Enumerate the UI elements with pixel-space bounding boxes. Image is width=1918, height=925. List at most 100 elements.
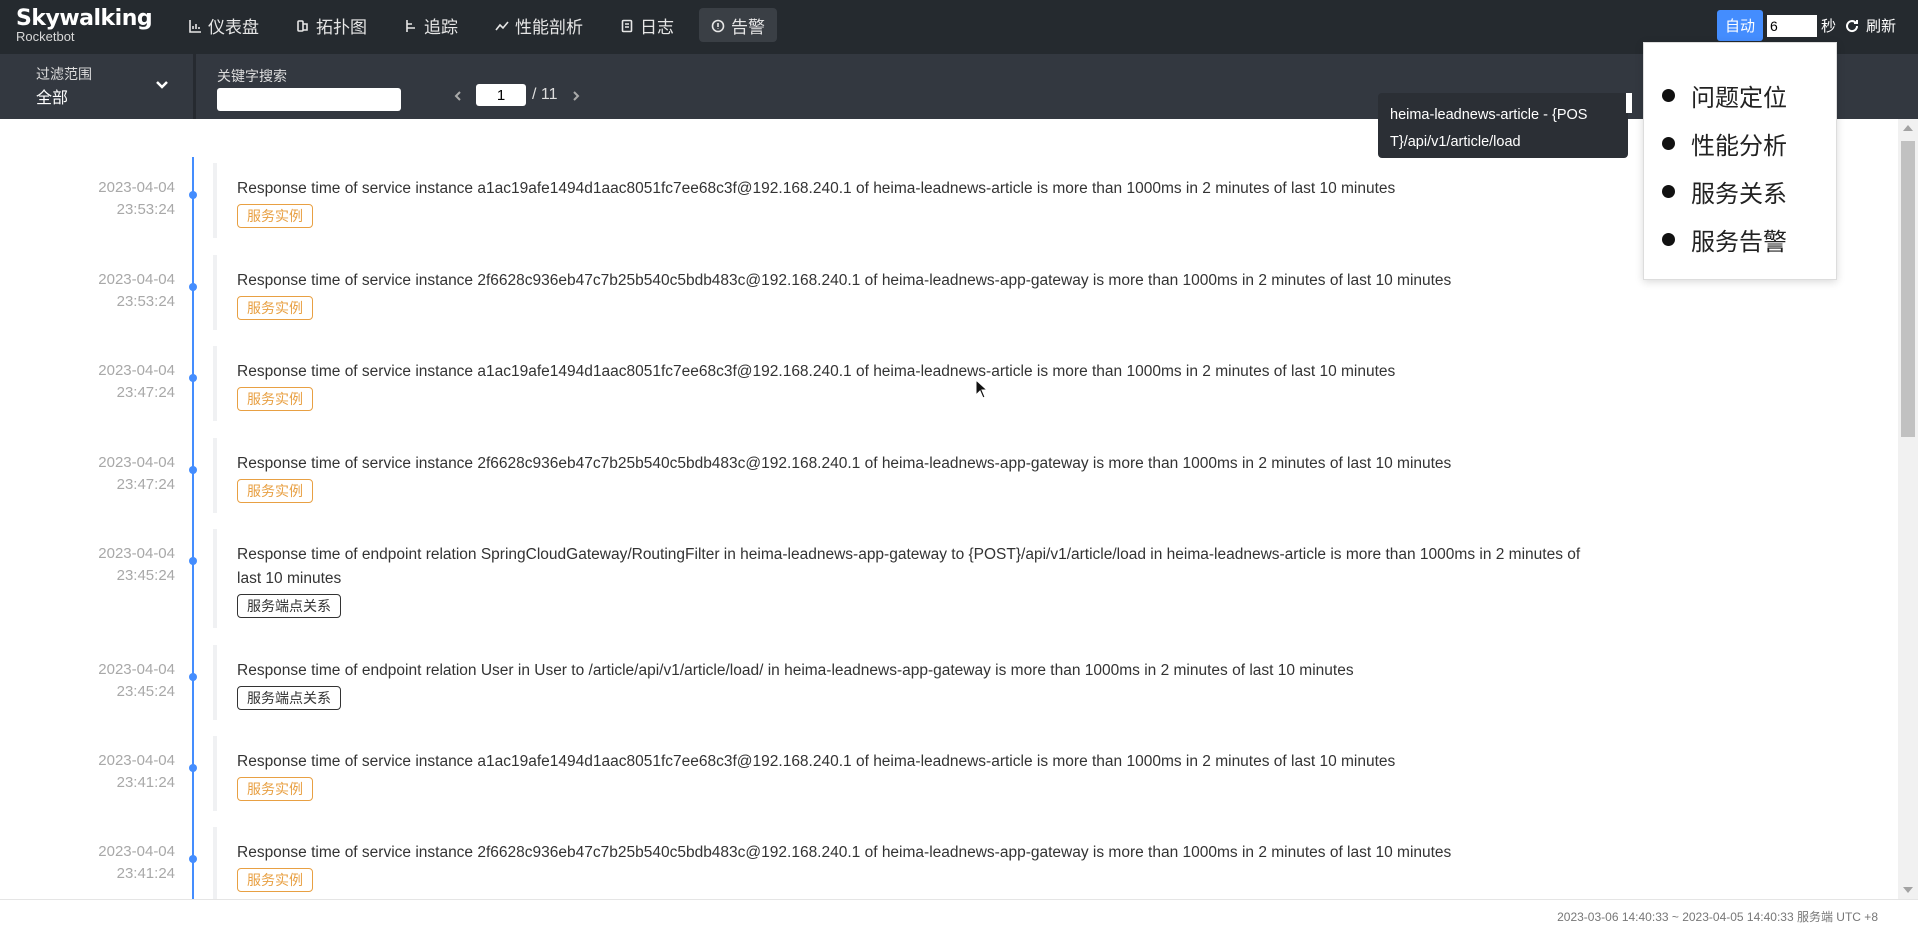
nav-log[interactable]: 日志 <box>608 8 686 42</box>
alarm-message: Response time of service instance 2f6628… <box>237 272 1452 289</box>
alarm-time: 2023-04-04 23:45:24 <box>98 545 175 584</box>
time-range-text[interactable]: 2023-03-06 14:40:33 ~ 2023-04-05 14:40:3… <box>1557 908 1878 925</box>
nav-label: 追踪 <box>424 17 458 37</box>
menu-item-service-alarm[interactable]: 服务告警 <box>1644 215 1836 263</box>
scope-select[interactable]: 过滤范围 全部 <box>0 54 196 119</box>
menu-item-performance[interactable]: 性能分析 <box>1644 119 1836 167</box>
alarm-scope-tag: 服务实例 <box>237 777 313 801</box>
alarm-scope-tag: 服务实例 <box>237 296 313 320</box>
bullet-icon <box>1662 136 1675 150</box>
bullet-icon <box>1662 184 1675 198</box>
tooltip-edge <box>1626 93 1632 113</box>
alarm-time: 2023-04-04 23:47:24 <box>98 454 175 493</box>
alarm-card[interactable]: Response time of service instance a1ac19… <box>213 163 1593 238</box>
refresh-label: 刷新 <box>1865 18 1896 35</box>
alarm-time: 2023-04-04 23:41:24 <box>98 843 175 882</box>
alarm-message: Response time of service instance a1ac19… <box>237 363 1396 380</box>
page-number-input[interactable] <box>476 84 526 106</box>
alarm-scope-tag: 服务端点关系 <box>237 594 341 618</box>
refresh-button[interactable]: 刷新 <box>1844 15 1896 36</box>
keyword-label: 关键字搜索 <box>217 68 287 84</box>
alarm-message: Response time of service instance 2f6628… <box>237 455 1452 472</box>
next-page-icon[interactable] <box>570 89 582 101</box>
top-navigation-bar: Skywalking Rocketbot 仪表盘 拓扑图 追踪 性能剖析 日志 … <box>0 0 1918 54</box>
bar-chart-icon <box>188 18 202 33</box>
timeline-dot <box>189 191 197 199</box>
nav-profiling[interactable]: 性能剖析 <box>483 8 595 42</box>
alarm-card[interactable]: Response time of service instance a1ac19… <box>213 736 1593 811</box>
trend-icon <box>495 18 509 32</box>
nav-topology[interactable]: 拓扑图 <box>284 8 379 42</box>
refresh-icon <box>1846 19 1858 32</box>
page-total: / 11 <box>532 86 558 103</box>
alarm-message: Response time of service instance a1ac19… <box>237 753 1396 770</box>
bullet-icon <box>1662 232 1675 246</box>
alarm-scope-tag: 服务实例 <box>237 868 313 892</box>
alarm-time: 2023-04-04 23:53:24 <box>98 271 175 310</box>
alarm-scope-tag: 服务端点关系 <box>237 686 341 710</box>
keyword-search-input[interactable] <box>217 88 401 111</box>
scrollbar[interactable] <box>1898 119 1918 899</box>
timeline-dot <box>189 466 197 474</box>
chevron-down-icon <box>155 78 169 97</box>
timeline-dot <box>189 283 197 291</box>
scope-value: 全部 <box>36 90 69 107</box>
main-nav: 仪表盘 拓扑图 追踪 性能剖析 日志 告警 <box>176 8 790 42</box>
mouse-cursor-icon <box>975 379 989 399</box>
scroll-down-arrow[interactable] <box>1903 887 1913 893</box>
nav-dashboard[interactable]: 仪表盘 <box>176 8 271 42</box>
footer: 2023-03-06 14:40:33 ~ 2023-04-05 14:40:3… <box>0 899 1918 924</box>
nav-label: 日志 <box>640 17 674 37</box>
alarm-time: 2023-04-04 23:41:24 <box>98 752 175 791</box>
timeline-dot <box>189 374 197 382</box>
nav-trace[interactable]: 追踪 <box>392 8 470 42</box>
interval-unit: 秒 <box>1820 18 1836 35</box>
nav-label: 性能剖析 <box>515 17 583 37</box>
bullet-icon <box>1662 88 1675 102</box>
tooltip-line: T}/api/v1/article/load <box>1390 134 1521 150</box>
keyword-search: 关键字搜索 <box>217 66 401 111</box>
alarm-card[interactable]: Response time of endpoint relation User … <box>213 645 1593 720</box>
alarm-message: Response time of endpoint relation User … <box>237 662 1354 679</box>
trace-icon <box>404 18 418 32</box>
refresh-interval-input[interactable] <box>1766 14 1817 37</box>
timeline-dot <box>189 855 197 863</box>
alarm-message: Response time of service instance a1ac19… <box>237 180 1396 197</box>
context-menu: 问题定位 性能分析 服务关系 服务告警 <box>1643 42 1837 280</box>
prev-page-icon[interactable] <box>452 89 464 101</box>
log-icon <box>620 18 634 33</box>
menu-item-service-relation[interactable]: 服务关系 <box>1644 167 1836 215</box>
alarm-scope-tag: 服务实例 <box>237 479 313 503</box>
alarm-time: 2023-04-04 23:45:24 <box>98 661 175 700</box>
topology-icon <box>296 18 310 32</box>
refresh-controls: 自动 秒 刷新 <box>1716 10 1896 41</box>
logo-subtitle: Rocketbot <box>16 29 75 44</box>
pagination: / 11 <box>440 84 594 106</box>
alarm-card[interactable]: Response time of service instance a1ac19… <box>213 346 1593 421</box>
alarm-message: Response time of service instance 2f6628… <box>237 844 1452 861</box>
nav-label: 告警 <box>731 17 765 37</box>
nav-label: 拓扑图 <box>316 17 367 37</box>
alarm-icon <box>711 18 725 33</box>
scroll-up-arrow[interactable] <box>1903 125 1913 131</box>
alarm-time: 2023-04-04 23:53:24 <box>98 179 175 218</box>
tooltip-line: heima-leadnews-article - {POS <box>1390 107 1588 123</box>
timeline-dot <box>189 764 197 772</box>
timeline-line <box>192 157 194 899</box>
alarm-time: 2023-04-04 23:47:24 <box>98 362 175 401</box>
timeline-dot <box>189 557 197 565</box>
scope-label: 过滤范围 <box>36 66 92 82</box>
menu-item-problem-locate[interactable]: 问题定位 <box>1644 71 1836 119</box>
alarm-card[interactable]: Response time of service instance 2f6628… <box>213 827 1593 899</box>
nav-label: 仪表盘 <box>208 17 259 37</box>
nav-alarm[interactable]: 告警 <box>699 8 777 42</box>
auto-refresh-button[interactable]: 自动 <box>1716 10 1763 41</box>
logo[interactable]: Skywalking Rocketbot <box>16 6 153 44</box>
scroll-thumb[interactable] <box>1901 141 1915 437</box>
alarm-card[interactable]: Response time of endpoint relation Sprin… <box>213 529 1593 628</box>
endpoint-tooltip: heima-leadnews-article - {POS T}/api/v1/… <box>1378 93 1628 158</box>
alarm-card[interactable]: Response time of service instance 2f6628… <box>213 255 1593 330</box>
timeline-dot <box>189 673 197 681</box>
alarm-card[interactable]: Response time of service instance 2f6628… <box>213 438 1593 513</box>
alarm-scope-tag: 服务实例 <box>237 387 313 411</box>
